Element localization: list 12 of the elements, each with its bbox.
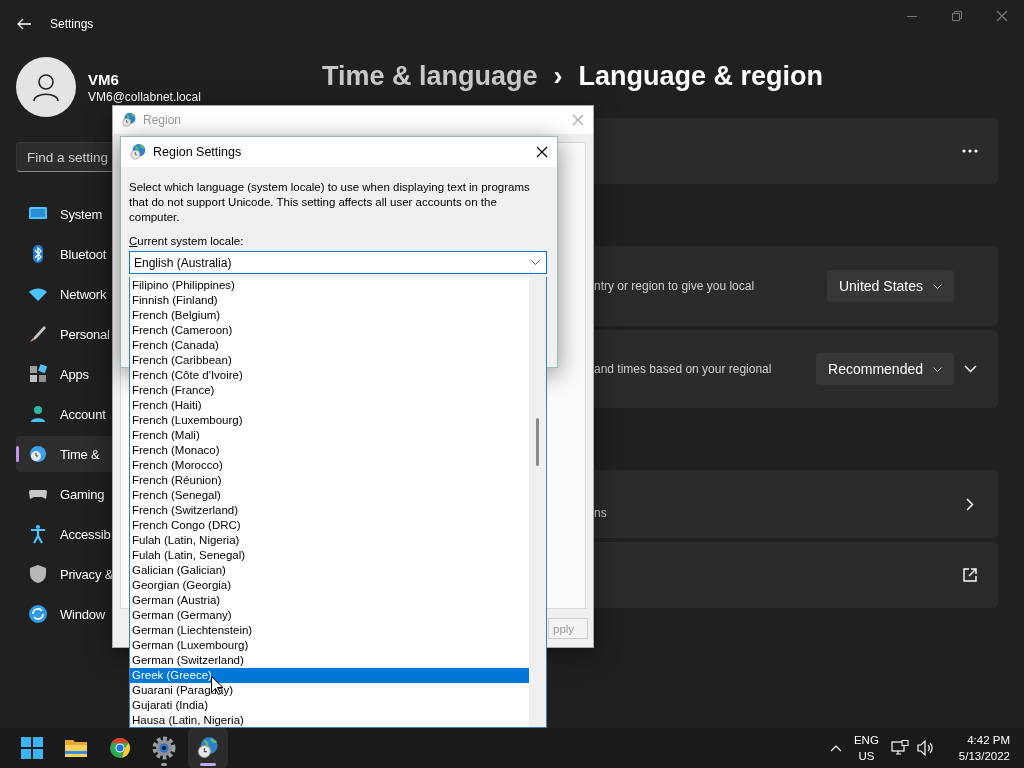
dialog-description: Select which language (system locale) to use when displaying text in programs that do not support Unicode. This setting affects all user accounts on the computer. [129, 180, 531, 225]
field-label: Current system locale: [129, 235, 244, 247]
user-email: VM6@collabnet.local [88, 89, 201, 104]
dialog-title: Region Settings [153, 145, 243, 159]
page-title: Language & region [578, 60, 824, 92]
breadcrumb-separator: › [553, 60, 563, 92]
user-name: VM6 [88, 70, 120, 88]
setting-description: and times based on your regional [593, 362, 773, 376]
window-title: Settings [50, 17, 95, 31]
setting-description: ns [593, 506, 608, 520]
dialog-title: Region [143, 113, 183, 127]
setting-description: ntry or region to give you local [593, 279, 756, 293]
